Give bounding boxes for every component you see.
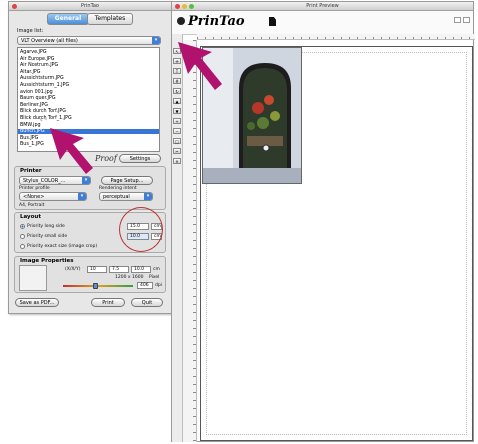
horizontal-ruler (197, 34, 475, 40)
height-field[interactable]: 7.5 (109, 266, 129, 273)
zoom-icon[interactable] (189, 4, 194, 9)
page-setup-button[interactable]: Page Setup... (101, 176, 153, 185)
thumbnail-preview (19, 265, 47, 291)
minimize-icon[interactable] (182, 4, 187, 9)
down-icon[interactable]: ▼ (173, 108, 181, 114)
image-list-select-value: VLT Overview (all files) (21, 38, 78, 44)
file-list-item[interactable]: Aussichtsturm_1.JPG (18, 83, 159, 88)
trash-icon[interactable]: ✕ (173, 158, 181, 164)
logo-mark-icon (177, 17, 185, 25)
chevron-down-icon: ▾ (152, 37, 160, 44)
dpi-field[interactable]: 406 (137, 282, 153, 289)
quit-button[interactable]: Quit (131, 298, 163, 307)
pixel-unit: Pixel (149, 275, 160, 280)
fit-icon[interactable]: □ (173, 138, 181, 144)
preview-titlebar[interactable]: Print Preview (172, 2, 473, 11)
file-list-item[interactable]: Air Nostrum.JPG (18, 63, 159, 68)
window-toggle-icon[interactable] (463, 17, 470, 23)
close-icon[interactable] (12, 4, 17, 9)
file-list-item[interactable]: avion 001.jpg (18, 90, 159, 95)
priority-small-side-label: Priority small side (27, 234, 68, 239)
app-logo: PrinTao (188, 14, 245, 29)
print-button[interactable]: Print (91, 298, 125, 307)
rendering-intent-select[interactable]: perceptual ▾ (99, 192, 153, 201)
palette-title: PrinTao (81, 3, 99, 9)
chevron-down-icon: ▾ (144, 193, 152, 200)
document-icon[interactable] (269, 17, 276, 26)
crop-icon[interactable]: ✂ (173, 148, 181, 154)
settings-button[interactable]: Settings (119, 154, 161, 163)
printer-profile-label: Printer profile (19, 186, 50, 191)
dpi-unit: dpi (155, 283, 162, 288)
file-list-item[interactable]: Berliner.JPG (18, 103, 159, 108)
file-list-item[interactable]: Agarve.JPG (18, 50, 159, 55)
tab-templates[interactable]: Templates (86, 13, 134, 25)
priority-exact-size-label: Priority exact size (image crop) (27, 244, 98, 249)
image-list-select[interactable]: VLT Overview (all files) ▾ (17, 36, 161, 45)
resolution-slider-knob[interactable] (92, 283, 98, 289)
palette-titlebar[interactable]: PrinTao (9, 2, 171, 11)
image-list-label: Image list: (17, 28, 44, 34)
annotation-pointer-tool (178, 42, 222, 90)
width-field[interactable]: 10 (87, 266, 107, 273)
resolution-slider-track[interactable] (63, 285, 133, 287)
file-list-item[interactable]: Blick durch Torf.JPG (18, 109, 159, 114)
zoom-out-icon[interactable]: − (173, 128, 181, 134)
priority-long-side-radio[interactable] (20, 224, 25, 229)
paper-page (200, 46, 473, 441)
priority-long-side-label: Priority long side (27, 224, 65, 229)
tab-general[interactable]: General (46, 13, 90, 25)
file-list-item[interactable]: Aussichtsturm.JPG (18, 76, 159, 81)
printer-profile-value: <None> (23, 194, 45, 200)
size-unit: cm (153, 267, 160, 272)
layout-toggle-icon[interactable] (454, 17, 461, 23)
rendering-intent-value: perceptual (103, 194, 130, 200)
annotation-circle (119, 207, 163, 252)
paper-info: A4, Portrait (19, 203, 45, 208)
annotation-pointer-list (40, 118, 93, 174)
file-list-item[interactable]: Altar.JPG (18, 70, 159, 75)
save-as-pdf-button[interactable]: Save as PDF... (15, 298, 59, 307)
close-icon[interactable] (175, 4, 180, 9)
priority-small-side-radio[interactable] (20, 234, 25, 239)
dimension-label: (X/X/Y) (65, 267, 81, 272)
chevron-down-icon: ▾ (78, 193, 86, 200)
printer-profile-select[interactable]: <None> ▾ (19, 192, 87, 201)
printer-heading: Printer (20, 168, 42, 174)
chevron-down-icon: ▾ (82, 177, 90, 184)
file-list-item[interactable]: Air Europe.JPG (18, 57, 159, 62)
priority-exact-size-radio[interactable] (20, 244, 25, 249)
depth-field[interactable]: 10.0 (131, 266, 151, 273)
image-properties-heading: Image Properties (20, 258, 74, 264)
preview-toolbar: PrinTao (172, 11, 473, 35)
zoom-in-icon[interactable]: + (173, 118, 181, 124)
pixel-dimensions: 1200 x 1600 (115, 275, 144, 280)
tab-bar: General Templates (9, 13, 171, 25)
rendering-intent-label: Rendering intent (99, 186, 137, 191)
printer-select-value: Stylus_COLOR_... (23, 178, 66, 184)
layout-heading: Layout (20, 214, 41, 220)
file-list-item[interactable]: Baum quer.JPG (18, 96, 159, 101)
image-properties-group: Image Properties (X/X/Y) 10 7.5 10.0 cm … (14, 256, 166, 293)
preview-title: Print Preview (306, 3, 339, 9)
